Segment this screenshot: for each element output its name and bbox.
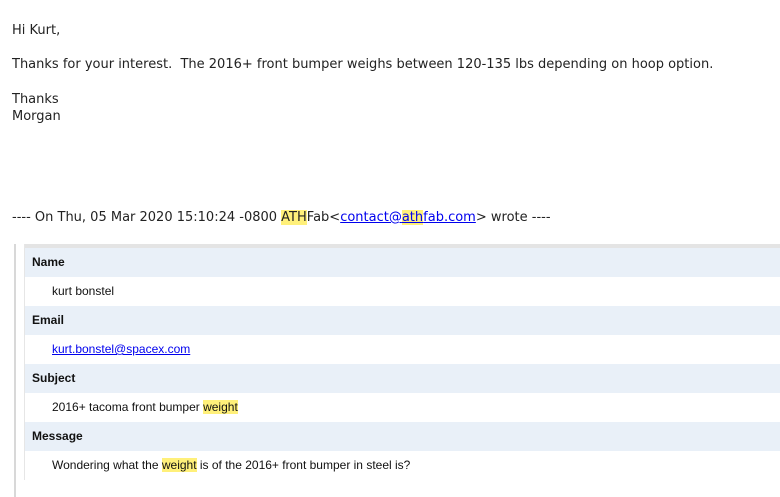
- message-label: Message: [25, 422, 780, 451]
- signature-text: Morgan: [12, 109, 61, 124]
- name-label: Name: [25, 248, 780, 277]
- body-text: Thanks for your interest. The 2016+ fron…: [12, 57, 714, 72]
- email-value-row: kurt.bonstel@spacex.com: [25, 335, 780, 364]
- quote-header-prefix: ---- On Thu, 05 Mar 2020 15:10:24 -0800: [12, 210, 282, 225]
- sender-email-part: contact@: [340, 210, 402, 225]
- quote-bar: [14, 244, 16, 497]
- subject-label: Subject: [25, 364, 780, 393]
- quote-header-sender: Fab<: [306, 210, 341, 225]
- search-highlight: ath: [401, 210, 424, 225]
- sender-email-part: fab.com: [423, 210, 476, 225]
- subject-value: 2016+ tacoma front bumper weight: [25, 393, 780, 422]
- subject-text: 2016+ tacoma front bumper: [52, 400, 204, 414]
- search-highlight: weight: [161, 458, 197, 472]
- email-value-link[interactable]: kurt.bonstel@spacex.com: [52, 342, 190, 356]
- message-value: Wondering what the weight is of the 2016…: [25, 451, 780, 480]
- sender-email-link[interactable]: contact@athfab.com: [340, 210, 476, 225]
- quote-header-suffix: > wrote ----: [475, 210, 551, 225]
- name-value: kurt bonstel: [25, 277, 780, 306]
- greeting-text: Hi Kurt,: [12, 23, 61, 38]
- message-text: is of the 2016+ front bumper in steel is…: [196, 458, 411, 472]
- contact-form-table: Name kurt bonstel Email kurt.bonstel@spa…: [24, 244, 780, 480]
- email-label: Email: [25, 306, 780, 335]
- message-text: Wondering what the: [52, 458, 162, 472]
- search-highlight: ATH: [281, 210, 307, 225]
- search-highlight: weight: [203, 400, 238, 414]
- signoff-text: Thanks: [12, 92, 59, 107]
- quote-header: ---- On Thu, 05 Mar 2020 15:10:24 -0800 …: [12, 209, 551, 226]
